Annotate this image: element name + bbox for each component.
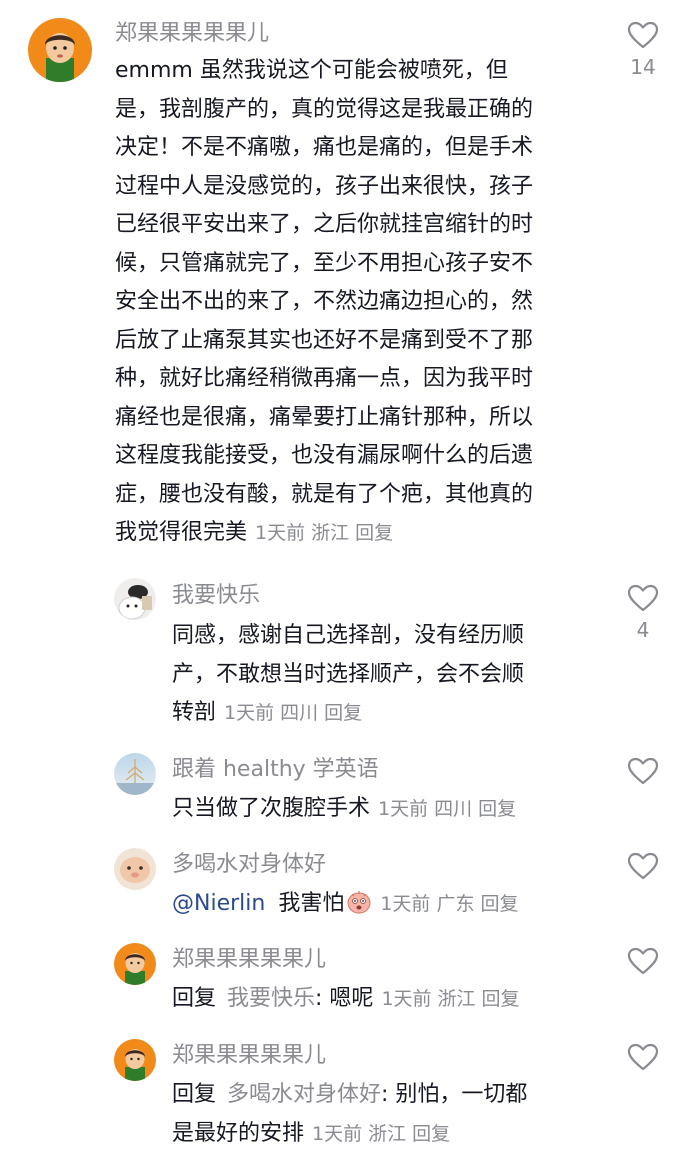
reply-prefix: 回复 xyxy=(172,1082,217,1107)
comment-line: 症，腰也没有酸，就是有了个疤，其他真的 xyxy=(115,481,534,507)
comment-time: 1天前 xyxy=(378,798,429,820)
comment-line: 种，就好比痛经稍微再痛一点，因为我平时 xyxy=(115,366,534,391)
like-count: 14 xyxy=(630,55,656,79)
comment-meta: 1天前 浙江 回复 xyxy=(255,522,399,544)
user-avatar[interactable] xyxy=(114,943,156,985)
scared-face-icon xyxy=(347,891,371,914)
comment-location: 浙江 xyxy=(368,1122,407,1145)
comment-text: 回复 多喝水对身体好: 别怕，一切都 是最好的安排 1天前 浙江 回复 xyxy=(172,1076,602,1153)
user-avatar[interactable] xyxy=(114,578,156,620)
comment-time: 1天前 xyxy=(381,988,432,1010)
reply-button[interactable]: 回复 xyxy=(478,798,516,820)
reply-prefix: 回复 xyxy=(172,986,217,1011)
comment-line: 候，只管痛就完了，至少不用担心孩子安不 xyxy=(115,250,534,276)
comment-location: 广东 xyxy=(436,893,475,915)
comment-line: 同感，感谢自己选择剖，没有经历顺 xyxy=(172,623,525,648)
comment-line: 决定！不是不痛嗷，痛也是痛的，但是手术 xyxy=(115,135,534,160)
user-mention[interactable]: @Nierlin xyxy=(172,891,265,916)
heart-icon xyxy=(627,1043,659,1071)
comment-meta: 1天前 广东 回复 xyxy=(380,893,524,915)
user-avatar[interactable] xyxy=(114,848,156,890)
comment-line: 产，不敢想当时选择顺产，会不会顺 xyxy=(172,661,525,687)
reply-button[interactable]: 回复 xyxy=(324,702,362,724)
comment-time: 1天前 xyxy=(380,893,431,915)
comment-thread: { "main_comment": { "username": "郑果果果果果儿… xyxy=(0,0,690,1156)
like-button[interactable] xyxy=(626,946,660,976)
heart-icon xyxy=(627,21,659,49)
reply-to-username[interactable]: 我要快乐 xyxy=(227,986,315,1011)
comment-line: 过程中人是没感觉的，孩子出来很快，孩子 xyxy=(115,173,534,199)
user-avatar[interactable] xyxy=(114,1039,156,1081)
comment-line: 我觉得很完美 xyxy=(115,520,248,545)
user-avatar[interactable] xyxy=(28,18,92,82)
comment-meta: 1天前 浙江 回复 xyxy=(381,988,525,1010)
comment-time: 1天前 xyxy=(224,702,275,724)
comment-username[interactable]: 郑果果果果果儿 xyxy=(172,946,326,974)
like-count: 4 xyxy=(636,618,650,642)
comment-username[interactable]: 跟着 healthy 学英语 xyxy=(172,756,379,784)
comment-text: 回复 我要快乐: 嗯呢 1天前 浙江 回复 xyxy=(172,980,602,1019)
comment-line-last: 我觉得很完美 1天前 浙江 回复 xyxy=(115,514,605,553)
comment-location: 四川 xyxy=(434,798,473,820)
comment-line: 是最好的安排 xyxy=(172,1120,305,1146)
comment-line-last: 转剖 1天前 四川 回复 xyxy=(172,694,602,733)
comment-location: 浙江 xyxy=(437,988,476,1010)
user-avatar[interactable] xyxy=(114,753,156,795)
like-button[interactable]: 14 xyxy=(626,20,660,78)
like-button[interactable]: 4 xyxy=(626,583,660,641)
comment-line: 安全出不出的来了，不然边痛边担心的，然 xyxy=(115,289,534,314)
comment-username[interactable]: 郑果果果果果儿 xyxy=(172,1042,326,1070)
comment-line: 是，我剖腹产的，真的觉得这是我最正确的 xyxy=(115,96,534,122)
comment-line-last: 是最好的安排 1天前 浙江 回复 xyxy=(172,1115,602,1154)
comment-text: emmm 虽然我说这个可能会被喷死，但 是，我剖腹产的，真的觉得这是我最正确的 … xyxy=(115,52,605,553)
comment-line: 已经很平安出来了，之后你就挂宫缩针的时 xyxy=(115,212,534,237)
comment-line-last: 回复 我要快乐: 嗯呢 1天前 浙江 回复 xyxy=(172,980,602,1019)
heart-icon xyxy=(627,947,659,975)
comment-location: 浙江 xyxy=(311,522,350,544)
heart-icon xyxy=(627,852,659,880)
comment-line: : 别怕，一切都 xyxy=(381,1082,528,1107)
comment-username[interactable]: 郑果果果果果儿 xyxy=(115,20,269,48)
comment-line-last: 只当做了次腹腔手术 1天前 四川 回复 xyxy=(172,790,602,829)
comment-meta: 1天前 四川 回复 xyxy=(224,702,368,724)
comment-line-last: @Nierlin 我害怕 1天前 广东 回复 xyxy=(172,885,602,924)
like-button[interactable] xyxy=(626,1042,660,1072)
comment-username[interactable]: 我要快乐 xyxy=(172,582,260,610)
comment-line: 后放了止痛泵其实也还好不是痛到受不了那 xyxy=(115,327,534,353)
comment-line: 只当做了次腹腔手术 xyxy=(172,796,371,821)
heart-icon xyxy=(627,757,659,785)
comment-line: 这程度我能接受，也没有漏尿啊什么的后遗 xyxy=(115,443,534,468)
reply-button[interactable]: 回复 xyxy=(412,1123,450,1145)
comment-meta: 1天前 浙江 回复 xyxy=(312,1123,456,1145)
comment-line: emmm 虽然我说这个可能会被喷死，但 xyxy=(115,58,508,83)
comment-location: 四川 xyxy=(280,702,319,724)
comment-line: 转剖 xyxy=(172,700,217,725)
comment-line: 痛经也是很痛，痛晕要打止痛针那种，所以 xyxy=(115,404,534,430)
comment-username[interactable]: 多喝水对身体好 xyxy=(172,851,326,879)
comment-line: 我害怕 xyxy=(278,891,345,916)
comment-text: @Nierlin 我害怕 1天前 广东 回复 xyxy=(172,885,602,924)
comment-line: 回复 多喝水对身体好: 别怕，一切都 xyxy=(172,1076,602,1115)
comment-text: 同感，感谢自己选择剖，没有经历顺 产，不敢想当时选择顺产，会不会顺 转剖 1天前四… xyxy=(172,617,602,733)
like-button[interactable] xyxy=(626,756,660,786)
reply-to-username[interactable]: 多喝水对身体好 xyxy=(227,1082,381,1107)
like-button[interactable] xyxy=(626,851,660,881)
comment-line: : 嗯呢 xyxy=(315,986,374,1011)
reply-button[interactable]: 回复 xyxy=(482,988,520,1010)
reply-button[interactable]: 回复 xyxy=(480,893,518,915)
comment-meta: 1天前 四川 回复 xyxy=(378,798,522,820)
comment-time: 1天前 xyxy=(255,522,306,544)
heart-icon xyxy=(627,584,659,612)
reply-button[interactable]: 回复 xyxy=(355,522,393,544)
comment-time: 1天前 xyxy=(312,1122,363,1145)
comment-text: 只当做了次腹腔手术 1天前 四川 回复 xyxy=(172,790,602,829)
